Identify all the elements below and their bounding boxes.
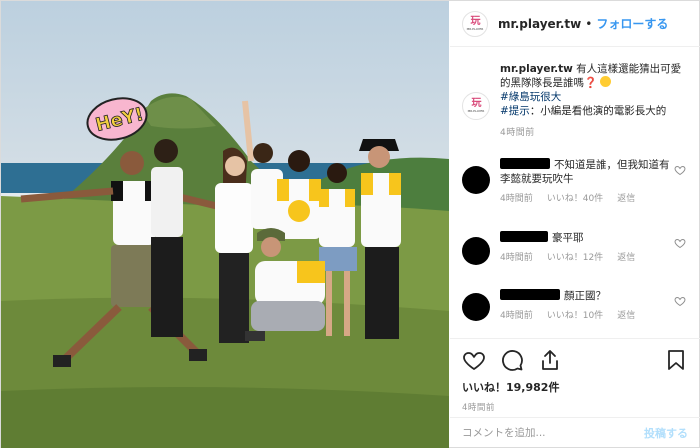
caption-avatar[interactable]: 玩 MR.PLAYER	[462, 92, 490, 120]
likes-count[interactable]: いいね！19,982件	[462, 379, 688, 395]
like-heart-icon[interactable]	[674, 164, 686, 176]
comment-time: 4時間前	[500, 253, 533, 263]
reply-button[interactable]: 返信	[617, 192, 635, 206]
caption-logo-mark: 玩	[471, 98, 482, 109]
comment-text: 豪平耶	[552, 232, 584, 244]
comment-likes[interactable]: いいね！40件	[547, 192, 603, 206]
post-actions: いいね！19,982件 4時間前	[450, 338, 700, 413]
redacted-username	[500, 158, 550, 169]
redacted-username	[500, 231, 548, 242]
caption-time: 4時間前	[500, 128, 535, 138]
post-comment-button[interactable]: 投稿する	[644, 425, 688, 441]
follow-button[interactable]: フォローする	[596, 15, 668, 32]
post-photo[interactable]: HeY!	[1, 1, 449, 448]
account-username[interactable]: mr.player.tw	[498, 17, 581, 31]
reply-button[interactable]: 返信	[617, 251, 635, 265]
comment-body: 豪平耶 4時間前 いいね！12件 返信	[500, 231, 670, 265]
bookmark-icon[interactable]	[664, 348, 688, 372]
redacted-username	[500, 289, 560, 300]
caption: 玩 MR.PLAYER mr.player.tw 有人這樣還能猜出可愛的黑隊隊長…	[450, 48, 700, 140]
comment-input[interactable]	[462, 426, 644, 439]
reply-button[interactable]: 返信	[617, 309, 635, 323]
comment-form: 投稿する	[450, 417, 700, 447]
comments-list[interactable]: 玩 MR.PLAYER mr.player.tw 有人這樣還能猜出可愛的黑隊隊長…	[450, 48, 700, 338]
account-logo-text: MR.PLAYER	[466, 26, 484, 31]
caption-logo-text: MR.PLAYER	[467, 109, 485, 113]
account-avatar[interactable]: 玩 MR.PLAYER	[462, 10, 488, 37]
post-header: 玩 MR.PLAYER mr.player.tw • フォローする	[450, 1, 700, 47]
heart-icon[interactable]	[462, 348, 486, 372]
comment-likes[interactable]: いいね！12件	[547, 251, 603, 265]
comment-text: 顏正國？	[564, 290, 606, 302]
hint-text: ：小編是看他演的電影長大的	[529, 105, 667, 117]
post-timestamp: 4時間前	[462, 403, 495, 413]
post-side-panel: 玩 MR.PLAYER mr.player.tw • フォローする 玩 MR.P…	[450, 1, 700, 447]
instagram-post: HeY! 玩 MR.PLAYER mr.player.tw • フォローする 玩…	[0, 0, 700, 448]
comment-avatar[interactable]	[462, 293, 490, 321]
header-separator: •	[585, 16, 593, 31]
comment-icon[interactable]	[500, 348, 524, 372]
group-photo-illustration: HeY!	[1, 93, 449, 448]
comment-time: 4時間前	[500, 311, 533, 321]
comment-body: 不知道是誰，但我知道有李懿就要玩吹牛 4時間前 いいね！40件 返信	[500, 158, 670, 206]
comment-avatar[interactable]	[462, 166, 490, 194]
hint-hashtag-link[interactable]: #提示	[500, 105, 530, 117]
hashtag-link[interactable]: #綠島玩很大	[500, 91, 561, 103]
like-heart-icon[interactable]	[674, 295, 686, 307]
person-2	[151, 139, 183, 337]
caption-username[interactable]: mr.player.tw	[500, 63, 573, 75]
account-logo-mark: 玩	[470, 15, 481, 27]
like-heart-icon[interactable]	[674, 237, 686, 249]
comment-likes[interactable]: いいね！10件	[547, 309, 603, 323]
comment-avatar[interactable]	[462, 237, 490, 265]
smile-emoji-icon	[600, 76, 612, 87]
comment-body: 顏正國？ 4時間前 いいね！10件 返信	[500, 289, 670, 323]
caption-qmark: ❓	[584, 77, 598, 89]
share-icon[interactable]	[538, 348, 562, 372]
comment-time: 4時間前	[500, 194, 533, 204]
